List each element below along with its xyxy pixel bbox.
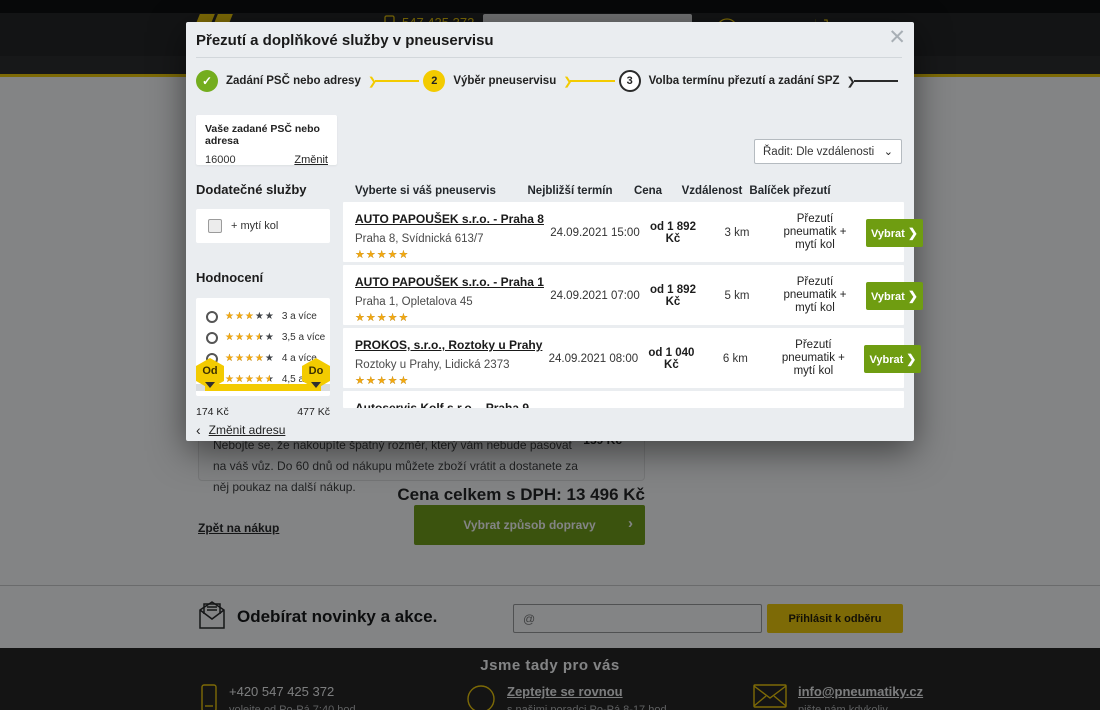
table-row-clipped: Autoservis Kolf s.r.o. - Praha 9 <box>343 391 904 408</box>
select-service-label: Vybrat <box>869 354 903 366</box>
rating-filter-title: Hodnocení <box>196 270 330 285</box>
slider-min-label: Od <box>202 365 217 377</box>
service-price: od 1 040 Kč <box>640 347 702 371</box>
entered-address-title: Vaše zadané PSČ nebo adresa <box>205 123 328 147</box>
change-address-link[interactable]: ‹ Změnit adresu <box>196 422 285 438</box>
select-service-button[interactable]: Vybrat❯ <box>866 219 923 247</box>
select-service-button[interactable]: Vybrat❯ <box>864 345 921 373</box>
tire-service-modal: Přezutí a doplňkové služby v pneuservisu… <box>186 22 914 441</box>
chevron-right-icon: ❯ <box>906 352 916 366</box>
sort-selected-value: Řadit: Dle vzdálenosti <box>763 146 874 158</box>
wash-wheels-checkbox[interactable] <box>208 219 222 233</box>
table-row: AUTO PAPOUŠEK s.r.o. - Praha 1 Praha 1, … <box>343 265 904 325</box>
service-distance: 3 km <box>704 227 770 239</box>
table-header: Vyberte si váš pneuservis Nejbližší term… <box>343 180 904 202</box>
step-2-active: 2 Výběr pneuservisu <box>423 70 556 92</box>
service-rating-stars: ★★★★★★★★★★ <box>355 313 409 324</box>
table-row: AUTO PAPOUŠEK s.r.o. - Praha 8 Praha 8, … <box>343 202 904 262</box>
stepper: ✓ Zadání PSČ nebo adresy ❯ 2 Výběr pneus… <box>196 68 902 94</box>
select-service-label: Vybrat <box>871 291 905 303</box>
select-service-button[interactable]: Vybrat❯ <box>866 282 923 310</box>
chevron-right-icon: ❯ <box>908 289 918 303</box>
change-address-label: Změnit adresu <box>209 423 286 437</box>
wash-wheels-label: + mytí kol <box>231 220 278 232</box>
services-filter-title: Dodatečné služby <box>196 182 330 197</box>
service-name-link[interactable]: Autoservis Kolf s.r.o. - Praha 9 <box>355 401 529 408</box>
service-term: 24.09.2021 07:00 <box>548 290 642 302</box>
modal-title: Přezutí a doplňkové služby v pneuservisu <box>196 32 494 49</box>
service-distance: 6 km <box>702 353 768 365</box>
rating-option[interactable]: ★★★★★★★★★★ 3 a více <box>206 306 330 327</box>
service-price: od 1 892 Kč <box>642 284 704 308</box>
service-price: od 1 892 Kč <box>642 221 704 245</box>
table-row: PROKOS, s.r.o., Roztoky u Prahy Roztoky … <box>343 328 904 388</box>
service-address: Roztoky u Prahy, Lidická 2373 <box>355 359 542 371</box>
service-address: Praha 1, Opletalova 45 <box>355 296 544 308</box>
service-name-link[interactable]: PROKOS, s.r.o., Roztoky u Prahy <box>355 338 542 352</box>
rating-radio[interactable] <box>206 311 218 323</box>
col-header-term: Nejbližší termín <box>523 185 617 197</box>
step-2-number: 2 <box>423 70 445 92</box>
service-name-link[interactable]: AUTO PAPOUŠEK s.r.o. - Praha 8 <box>355 212 544 226</box>
price-range-slider: Od Do <box>196 358 330 404</box>
service-term: 24.09.2021 08:00 <box>546 353 640 365</box>
chevron-left-icon: ‹ <box>196 422 201 438</box>
service-term: 24.09.2021 15:00 <box>548 227 642 239</box>
service-package: Přezutí pneumatik + mytí kol <box>770 213 860 252</box>
col-header-service: Vyberte si váš pneuservis <box>343 185 523 197</box>
price-min-value: 174 Kč <box>196 406 229 418</box>
service-rating-stars: ★★★★★★★★★★ <box>355 250 409 261</box>
step-2-label: Výběr pneuservisu <box>453 75 556 87</box>
service-address: Praha 8, Svídnická 613/7 <box>355 233 544 245</box>
service-distance: 5 km <box>704 290 770 302</box>
change-zip-link[interactable]: Změnit <box>294 154 328 166</box>
service-rating-stars: ★★★★★★★★★★ <box>355 376 409 387</box>
col-header-price: Cena <box>617 185 679 197</box>
check-icon: ✓ <box>196 70 218 92</box>
col-header-package: Balíček přezutí <box>745 185 835 197</box>
step-1-label: Zadání PSČ nebo adresy <box>226 75 361 87</box>
modal-divider <box>196 57 902 58</box>
price-range-values: 174 Kč 477 Kč <box>196 406 330 418</box>
stepper-connector: ❯ <box>368 75 419 88</box>
step-3-number: 3 <box>619 70 641 92</box>
page: 547 425 372 13 496 Kč Nebojte se, že nak… <box>0 0 1100 710</box>
stepper-connector-end: ❯ <box>847 75 898 88</box>
select-service-label: Vybrat <box>871 228 905 240</box>
rating-stars: ★★★★★★★★★★ <box>225 312 275 322</box>
slider-max-label: Do <box>309 365 324 377</box>
service-name-link[interactable]: AUTO PAPOUŠEK s.r.o. - Praha 1 <box>355 275 544 289</box>
col-header-distance: Vzdálenost <box>679 185 745 197</box>
rating-stars: ★★★★★★★★★★ <box>225 333 275 343</box>
price-max-value: 477 Kč <box>297 406 330 418</box>
rating-option-label: 3 a více <box>282 311 317 322</box>
step-1-done: ✓ Zadání PSČ nebo adresy <box>196 70 361 92</box>
step-3-label: Volba termínu přezutí a zadání SPZ <box>649 75 840 87</box>
entered-address-box: Vaše zadané PSČ nebo adresa 16000 Změnit <box>196 115 337 165</box>
tire-service-list: Vyberte si váš pneuservis Nejbližší term… <box>343 180 904 408</box>
chevron-down-icon: ⌄ <box>884 145 893 158</box>
stepper-connector: ❯ <box>563 75 614 88</box>
rating-option[interactable]: ★★★★★★★★★★ 3,5 a více <box>206 327 330 348</box>
chevron-right-icon: ❯ <box>908 226 918 240</box>
sort-select[interactable]: Řadit: Dle vzdálenosti ⌄ <box>754 139 902 164</box>
step-3-todo: 3 Volba termínu přezutí a zadání SPZ <box>619 70 840 92</box>
slider-range <box>205 384 321 391</box>
close-icon[interactable]: ✕ <box>888 27 906 48</box>
service-package: Přezutí pneumatik + mytí kol <box>770 276 860 315</box>
rating-option-label: 3,5 a více <box>282 332 325 343</box>
entered-zip-value: 16000 <box>205 154 236 166</box>
rating-radio[interactable] <box>206 332 218 344</box>
service-option-row[interactable]: + mytí kol <box>196 209 330 243</box>
service-package: Přezutí pneumatik + mytí kol <box>768 339 858 378</box>
